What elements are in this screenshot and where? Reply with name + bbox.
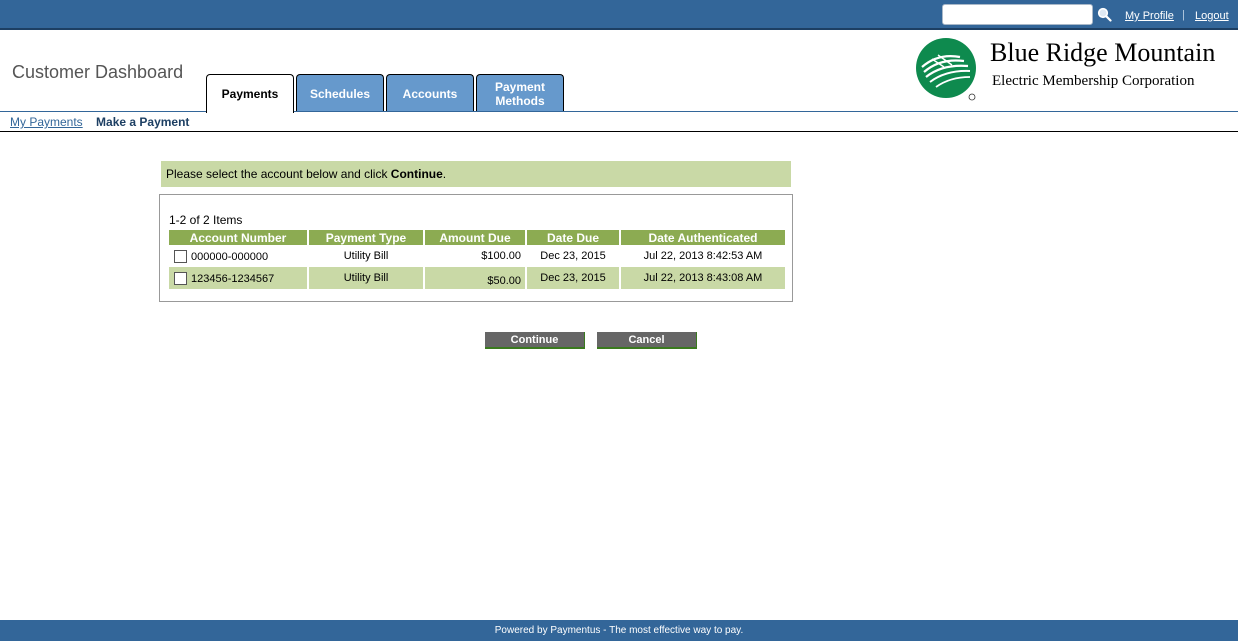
cell-payment-type: Utility Bill	[343, 250, 389, 262]
tab-schedules[interactable]: Schedules	[296, 74, 384, 112]
cell-amount-due: $100.00	[481, 250, 521, 262]
search-icon[interactable]	[1097, 7, 1112, 22]
header-payment-type[interactable]: Payment Type	[309, 230, 423, 245]
header-account-number[interactable]: Account Number	[169, 230, 307, 245]
cancel-button[interactable]: Cancel	[597, 332, 697, 349]
accounts-panel: 1-2 of 2 Items Account Number Payment Ty…	[159, 194, 793, 302]
header-date-authenticated[interactable]: Date Authenticated	[621, 230, 785, 245]
row-checkbox[interactable]	[174, 249, 187, 263]
my-profile-link[interactable]: My Profile	[1125, 10, 1174, 22]
account-number: 000000-000000	[191, 251, 269, 263]
cell-account: 123456-1234567	[169, 267, 307, 289]
cell-payment-type: Utility Bill	[309, 267, 423, 289]
header-date-due[interactable]: Date Due	[527, 230, 619, 245]
my-payments-link[interactable]: My Payments	[10, 115, 83, 129]
table-header-row: Account Number Payment Type Amount Due D…	[169, 230, 785, 245]
brand-logo-icon	[916, 38, 976, 101]
page-title: Customer Dashboard	[12, 62, 184, 82]
cell-date-authenticated: Jul 22, 2013 8:43:08 AM	[621, 267, 785, 289]
accounts-table: Account Number Payment Type Amount Due D…	[167, 230, 787, 289]
cell-amount-due: $50.00	[425, 267, 525, 289]
top-separator: |	[1182, 9, 1185, 21]
tab-accounts[interactable]: Accounts	[386, 74, 474, 112]
sub-navigation: My Payments Make a Payment	[10, 115, 189, 129]
tab-payments[interactable]: Payments	[206, 74, 294, 113]
make-payment-current: Make a Payment	[96, 115, 190, 129]
cell-account: 000000-000000	[169, 245, 307, 267]
cell-date-due: Dec 23, 2015	[540, 250, 606, 262]
account-number: 123456-1234567	[191, 273, 275, 285]
logout-link[interactable]: Logout	[1195, 10, 1229, 22]
amount-value: $50.00	[487, 275, 521, 287]
subnav-divider	[0, 131, 1238, 132]
brand-subtitle: Electric Membership Corporation	[992, 73, 1195, 89]
continue-button[interactable]: Continue	[485, 332, 585, 349]
instruction-period: .	[442, 167, 447, 181]
header-divider	[0, 111, 1238, 112]
search-input[interactable]	[942, 4, 1093, 25]
table-row: 000000-000000 Utility Bill $100.00 Dec 2…	[169, 245, 785, 267]
item-count: 1-2 of 2 Items	[169, 213, 243, 227]
instruction-text: Please select the account below and clic…	[166, 167, 391, 181]
tab-payment-methods[interactable]: Payment Methods	[476, 74, 564, 112]
cell-date-due: Dec 23, 2015	[527, 267, 619, 289]
table-row: 123456-1234567 Utility Bill $50.00 Dec 2…	[169, 267, 785, 289]
instruction-bold: Continue	[390, 167, 443, 181]
instruction-banner: Please select the account below and clic…	[161, 161, 791, 187]
header-amount-due[interactable]: Amount Due	[425, 230, 525, 245]
row-checkbox[interactable]	[174, 271, 187, 285]
brand-name: Blue Ridge Mountain	[990, 38, 1216, 67]
footer: Powered by Paymentus - The most effectiv…	[0, 620, 1238, 641]
cell-date-authenticated: Jul 22, 2013 8:42:53 AM	[643, 250, 763, 262]
